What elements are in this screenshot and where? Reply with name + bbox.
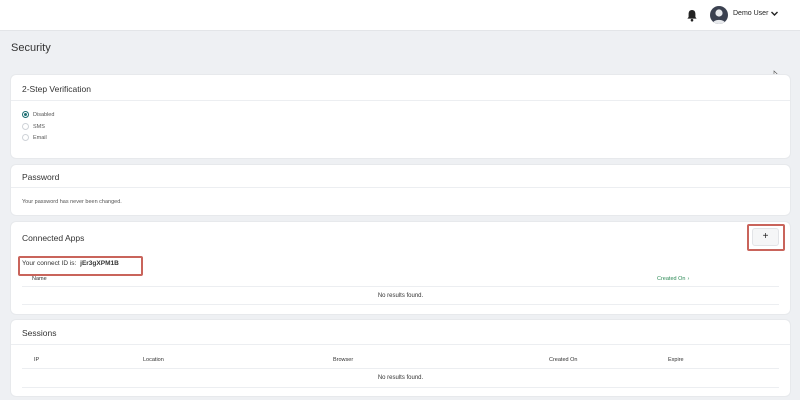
divider xyxy=(22,387,779,388)
radio-button[interactable] xyxy=(22,111,29,118)
card-header: Password xyxy=(11,165,790,188)
column-header-location[interactable]: Location xyxy=(143,357,164,363)
card-header: Sessions xyxy=(11,320,790,345)
connect-id-label: Your connect ID is: xyxy=(22,260,77,267)
column-header-created-on[interactable]: Created On › xyxy=(657,276,689,282)
divider xyxy=(22,368,779,369)
column-header-created-on[interactable]: Created On xyxy=(549,357,577,363)
radio-button[interactable] xyxy=(22,134,29,141)
radio-label: Disabled xyxy=(33,111,55,118)
column-header-ip[interactable]: IP xyxy=(34,357,39,363)
sessions-title: Sessions xyxy=(22,328,57,338)
password-status-text: Your password has never been changed. xyxy=(22,199,122,205)
radio-label: SMS xyxy=(33,123,45,130)
connect-id-line: Your connect ID is: jEr3gXPM1B xyxy=(22,260,119,267)
sort-indicator-icon: › xyxy=(687,276,690,282)
divider xyxy=(22,286,779,287)
connected-apps-title: Connected Apps xyxy=(22,233,85,243)
radio-label: Email xyxy=(33,134,47,141)
radio-option-email[interactable]: Email xyxy=(22,133,47,142)
empty-results-text: No results found. xyxy=(377,375,424,381)
connect-id-value: jEr3gXPM1B xyxy=(80,260,119,267)
password-card: Password Your password has never been ch… xyxy=(11,165,790,215)
radio-option-sms[interactable]: SMS xyxy=(22,122,45,131)
column-header-label: Created On xyxy=(657,276,686,282)
column-header-browser[interactable]: Browser xyxy=(333,357,353,363)
radio-button[interactable] xyxy=(22,123,29,130)
column-header-name[interactable]: Name xyxy=(32,276,47,282)
top-bar: Demo User xyxy=(0,0,800,31)
chevron-down-icon[interactable] xyxy=(770,9,779,18)
bell-icon[interactable] xyxy=(686,9,698,22)
divider xyxy=(22,304,779,305)
connected-apps-card: Connected Apps + Your connect ID is: jEr… xyxy=(11,222,790,314)
avatar-person-icon xyxy=(712,9,726,24)
radio-option-disabled[interactable]: Disabled xyxy=(22,110,54,119)
page-title: Security xyxy=(11,42,51,54)
empty-results-text: No results found. xyxy=(377,293,424,299)
sessions-card: Sessions IP Location Browser Created On … xyxy=(11,320,790,396)
column-header-expire[interactable]: Expire xyxy=(668,357,684,363)
card-header: 2-Step Verification xyxy=(11,75,790,101)
two-step-verification-card: 2-Step Verification Disabled SMS Email xyxy=(11,75,790,158)
add-app-button[interactable]: + xyxy=(752,228,779,246)
password-title: Password xyxy=(22,172,60,182)
user-name[interactable]: Demo User xyxy=(733,10,768,17)
two-step-title: 2-Step Verification xyxy=(22,84,91,94)
user-avatar[interactable] xyxy=(710,6,728,24)
